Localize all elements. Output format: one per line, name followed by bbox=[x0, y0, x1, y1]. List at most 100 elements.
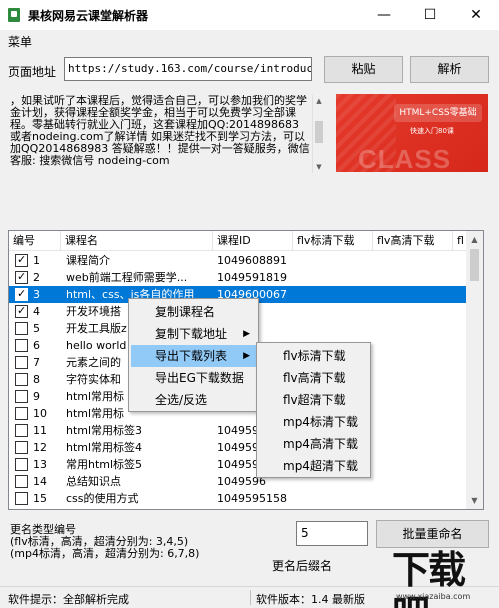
cell-id: 1049595... bbox=[217, 507, 293, 509]
table-scrollbar[interactable]: ▲ ▼ bbox=[466, 231, 483, 509]
row-checkbox[interactable] bbox=[15, 407, 28, 420]
menu-copy-course-name[interactable]: 复制课程名 bbox=[131, 301, 256, 323]
cell-num: 6 bbox=[33, 339, 40, 352]
menu-main[interactable]: 菜单 bbox=[8, 33, 32, 50]
cell-num: 9 bbox=[33, 390, 40, 403]
row-checkbox[interactable] bbox=[15, 475, 28, 488]
table-row[interactable]: 14 总结知识点 1049596 bbox=[9, 473, 469, 490]
watermark-logo: 下载吧 www.xiazaiba.com bbox=[392, 548, 496, 608]
cell-num: 10 bbox=[33, 407, 47, 420]
maximize-button[interactable]: ☐ bbox=[407, 0, 453, 30]
row-checkbox[interactable] bbox=[15, 270, 28, 284]
cell-num: 3 bbox=[33, 288, 40, 301]
submenu-arrow-icon: ▶ bbox=[243, 351, 250, 361]
row-checkbox[interactable] bbox=[15, 322, 28, 335]
notice-textbox[interactable]: ，如果试听了本课程后，觉得适合自己，可以参加我们的奖学金计划，获得课程全额奖学金… bbox=[8, 95, 324, 173]
paste-button[interactable]: 粘贴 bbox=[324, 56, 403, 83]
row-checkbox[interactable] bbox=[15, 492, 28, 505]
menu-export-eg-data[interactable]: 导出EG下载数据 bbox=[131, 367, 256, 389]
cell-id: 1049591819 bbox=[217, 271, 287, 284]
cell-name: html常用标签3 bbox=[66, 424, 143, 437]
row-checkbox[interactable] bbox=[15, 441, 28, 454]
column-header[interactable]: 课程名 bbox=[61, 231, 213, 251]
submenu-mp4-hd[interactable]: mp4高清下载 bbox=[259, 433, 368, 455]
menu-item-label: 复制课程名 bbox=[155, 305, 216, 319]
table-row[interactable]: 15 css的使用方式 1049595158 bbox=[9, 490, 469, 507]
app-icon bbox=[8, 8, 20, 22]
submenu-flv-hd[interactable]: flv高清下载 bbox=[259, 367, 368, 389]
submenu-mp4-sd[interactable]: mp4标清下载 bbox=[259, 411, 368, 433]
cell-num: 7 bbox=[33, 356, 40, 369]
row-checkbox[interactable] bbox=[15, 373, 28, 386]
cell-num: 5 bbox=[33, 322, 40, 335]
rename-type-input[interactable]: 5 bbox=[296, 521, 368, 546]
table-row[interactable]: 16 学习 css选择器基础1049595... bbox=[9, 507, 469, 510]
table-row[interactable]: 11 html常用标签3 1049596 bbox=[9, 422, 469, 439]
submenu-mp4-uhd[interactable]: mp4超清下载 bbox=[259, 455, 368, 477]
row-checkbox[interactable] bbox=[15, 424, 28, 437]
cell-name: 学习 css选择器基础 bbox=[66, 507, 214, 509]
row-checkbox[interactable] bbox=[15, 339, 28, 352]
table-row[interactable]: 12 html常用标签4 1049596 bbox=[9, 439, 469, 456]
row-checkbox[interactable] bbox=[15, 356, 28, 369]
menu-copy-download-url[interactable]: 复制下载地址 ▶ bbox=[131, 323, 256, 345]
menu-item-label: 全选/反选 bbox=[155, 393, 208, 407]
cell-num: 8 bbox=[33, 373, 40, 386]
row-checkbox[interactable] bbox=[15, 458, 28, 471]
cell-id: 1049595158 bbox=[217, 492, 287, 505]
close-button[interactable]: ✕ bbox=[453, 0, 499, 30]
table-row[interactable]: 1 课程简介 1049608891 bbox=[9, 252, 469, 269]
parse-button[interactable]: 解析 bbox=[410, 56, 489, 83]
scroll-up-icon[interactable]: ▲ bbox=[466, 231, 483, 248]
row-checkbox[interactable] bbox=[15, 390, 28, 403]
cell-num: 12 bbox=[33, 441, 47, 454]
column-header[interactable]: 编号 bbox=[9, 231, 61, 251]
context-menu: 复制课程名 复制下载地址 ▶ 导出下载列表 ▶ 导出EG下载数据 全选/反选 bbox=[128, 298, 259, 412]
cell-name: 总结知识点 bbox=[66, 475, 121, 488]
submenu-flv-sd[interactable]: flv标清下载 bbox=[259, 345, 368, 367]
cell-num: 13 bbox=[33, 458, 47, 471]
row-checkbox[interactable] bbox=[15, 304, 28, 318]
batch-rename-button[interactable]: 批量重命名 bbox=[376, 520, 489, 548]
cell-num: 16 bbox=[33, 507, 61, 509]
scroll-thumb[interactable] bbox=[470, 249, 479, 281]
minimize-button[interactable]: — bbox=[361, 0, 407, 30]
watermark-url: www.xiazaiba.com bbox=[396, 592, 471, 601]
menu-item-label: 导出下载列表 bbox=[155, 349, 228, 363]
column-header[interactable]: 课程ID bbox=[213, 231, 293, 251]
notice-text: ，如果试听了本课程后，觉得适合自己，可以参加我们的奖学金计划，获得课程全额奖学金… bbox=[10, 95, 310, 167]
status-divider bbox=[250, 590, 251, 605]
window-title: 果核网易云课堂解析器 bbox=[28, 9, 149, 23]
notice-scrollbar[interactable]: ▲ ▼ bbox=[312, 95, 324, 173]
menu-item-label: 导出EG下载数据 bbox=[155, 371, 244, 385]
cell-name: html常用标签4 bbox=[66, 441, 143, 454]
scroll-thumb[interactable] bbox=[315, 121, 323, 143]
status-version: 软件版本：1.4 最新版 bbox=[256, 593, 365, 606]
cell-name: 常用html标签5 bbox=[66, 458, 143, 471]
submenu-arrow-icon: ▶ bbox=[243, 329, 250, 339]
scroll-down-icon[interactable]: ▼ bbox=[313, 161, 324, 173]
cell-num: 15 bbox=[33, 492, 47, 505]
table-row[interactable]: 13 常用html标签5 1049596 bbox=[9, 456, 469, 473]
cell-name: css的使用方式 bbox=[66, 492, 139, 505]
submenu: flv标清下载 flv高清下载 flv超清下载 mp4标清下载 mp4高清下载 … bbox=[256, 342, 371, 478]
cell-name: 课程简介 bbox=[66, 254, 110, 267]
suffix-label: 更名后缀名 bbox=[272, 559, 333, 573]
table-row[interactable]: 2 web前端工程师需要学... 1049591819 bbox=[9, 269, 469, 286]
menu-select-all[interactable]: 全选/反选 bbox=[131, 389, 256, 411]
cell-num: 14 bbox=[33, 475, 47, 488]
ad-banner[interactable]: HTML+CSS零基础 快速入门80课 CLASS bbox=[336, 94, 488, 172]
submenu-flv-uhd[interactable]: flv超清下载 bbox=[259, 389, 368, 411]
column-header[interactable]: flv标清下载 bbox=[293, 231, 373, 251]
scroll-down-icon[interactable]: ▼ bbox=[466, 492, 483, 509]
column-header[interactable]: flv高清下载 bbox=[373, 231, 453, 251]
menu-export-download-list[interactable]: 导出下载列表 ▶ bbox=[131, 345, 256, 367]
banner-tag: HTML+CSS零基础 bbox=[394, 104, 482, 122]
row-checkbox[interactable] bbox=[15, 509, 28, 510]
url-input[interactable]: https://study.163.com/course/introductio… bbox=[64, 57, 312, 81]
scroll-up-icon[interactable]: ▲ bbox=[313, 95, 324, 107]
cell-id: 1049608891 bbox=[217, 254, 287, 267]
row-checkbox[interactable] bbox=[15, 287, 28, 301]
cell-name: web前端工程师需要学... bbox=[66, 271, 188, 284]
row-checkbox[interactable] bbox=[15, 253, 28, 267]
